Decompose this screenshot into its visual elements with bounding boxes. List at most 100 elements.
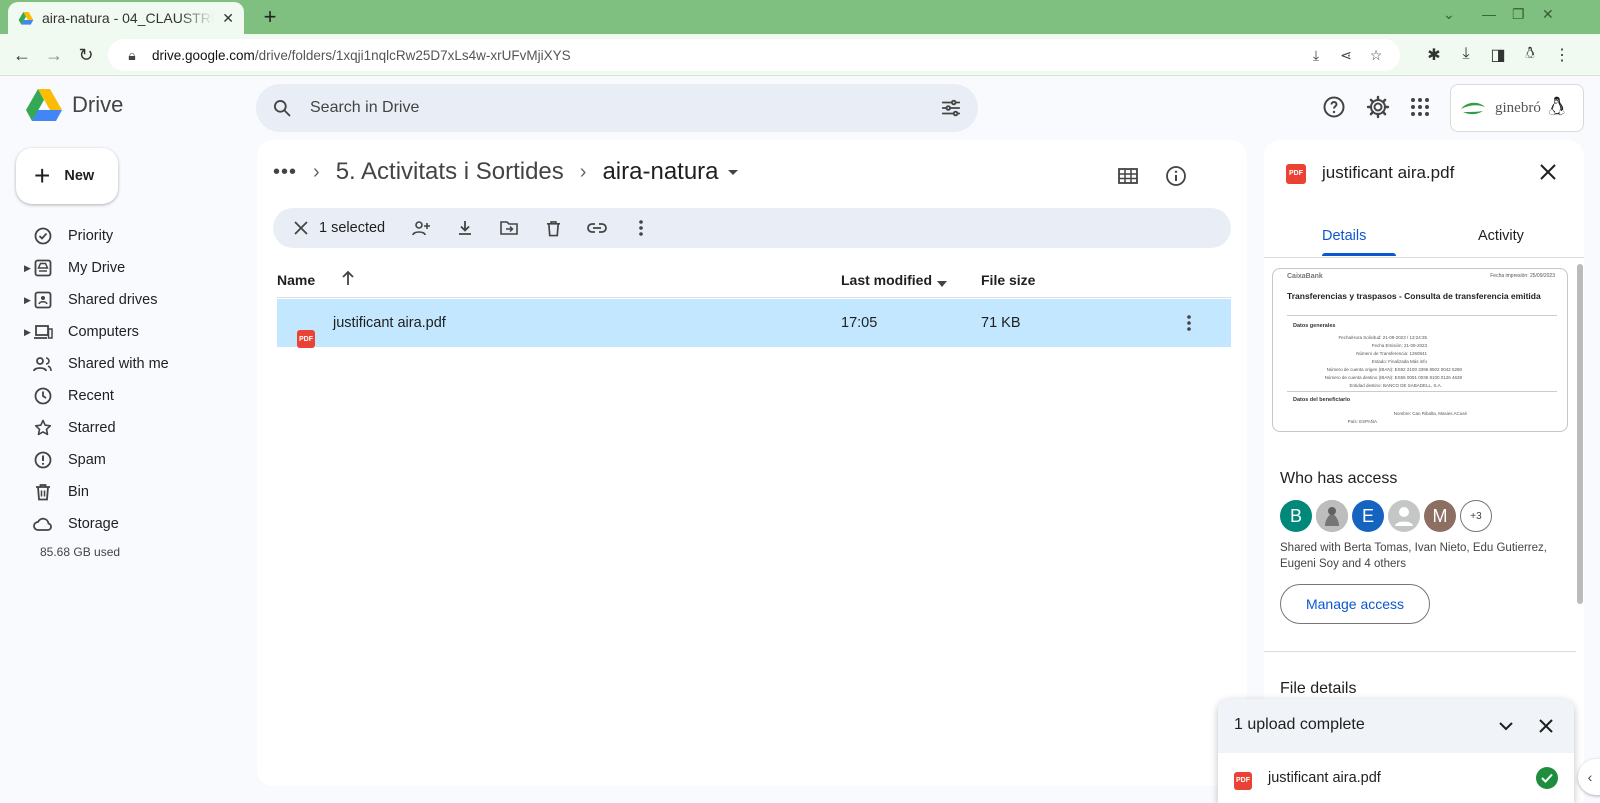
side-panel-icon[interactable]: ◨ xyxy=(1488,45,1508,65)
tab-activity[interactable]: Activity xyxy=(1478,228,1524,244)
upload-file-name: justificant aira.pdf xyxy=(1268,770,1381,786)
clear-selection-icon[interactable] xyxy=(285,221,317,235)
details-header: PDF justificant aira.pdf xyxy=(1286,162,1454,184)
downloads-icon[interactable]: ⤓ xyxy=(1456,45,1476,63)
restore-window-icon[interactable]: ❐ xyxy=(1512,6,1525,23)
upload-item[interactable]: PDF justificant aira.pdf xyxy=(1218,753,1574,803)
sidebar-item-my-drive[interactable]: ▶ My Drive xyxy=(0,252,256,284)
breadcrumb-parent-folder[interactable]: 5. Activitats i Sortides xyxy=(336,158,564,186)
new-button[interactable]: + New xyxy=(16,148,118,204)
address-bar[interactable]: 🔒︎ drive.google.com/drive/folders/1xqji1… xyxy=(108,39,1400,71)
sidebar-item-shared-with-me[interactable]: Shared with me xyxy=(0,348,256,380)
settings-gear-icon[interactable] xyxy=(1365,94,1391,120)
search-input[interactable] xyxy=(310,99,922,117)
file-preview-thumbnail[interactable]: CaixaBank Fecha impresión: 25/09/2023 Tr… xyxy=(1272,268,1568,432)
delete-trash-icon[interactable] xyxy=(531,220,575,237)
storage-used-text: 85.68 GB used xyxy=(40,545,121,559)
more-people-badge[interactable]: +3 xyxy=(1460,500,1492,532)
tab-details[interactable]: Details xyxy=(1322,228,1366,244)
column-header-last-modified[interactable]: Last modified xyxy=(841,272,932,288)
row-more-actions-icon[interactable] xyxy=(1187,315,1191,335)
sort-ascending-arrow-icon[interactable] xyxy=(341,270,355,289)
avatar[interactable]: B xyxy=(1280,500,1312,532)
minimize-window-icon[interactable]: — xyxy=(1482,6,1496,22)
table-row[interactable]: PDF justificant aira.pdf 17:05 71 KB xyxy=(277,299,1231,348)
account-brand: ginebró xyxy=(1495,99,1541,116)
close-window-icon[interactable]: ✕ xyxy=(1542,6,1554,23)
file-size: 71 KB xyxy=(981,315,1021,331)
preview-section-general: Datos generales xyxy=(1293,323,1336,329)
grid-view-icon[interactable] xyxy=(1114,162,1142,190)
back-icon[interactable]: ← xyxy=(10,43,34,67)
download-icon[interactable] xyxy=(443,220,487,236)
breadcrumb-current-folder[interactable]: aira-natura xyxy=(602,158,738,186)
collapse-chevron-down-icon[interactable] xyxy=(1494,714,1518,738)
preview-line: Fecha/Hora Solicitud: 21-09-2023 / 13:24… xyxy=(1338,335,1427,340)
column-header-file-size[interactable]: File size xyxy=(981,272,1035,288)
active-tab-indicator xyxy=(1322,253,1396,256)
view-details-info-icon[interactable] xyxy=(1162,162,1190,190)
help-icon[interactable] xyxy=(1321,94,1347,120)
url-text: drive.google.com/drive/folders/1xqji1nql… xyxy=(152,47,571,63)
avatar[interactable]: E xyxy=(1352,500,1384,532)
share-icon[interactable]: ⋖ xyxy=(1336,47,1356,64)
profile-avatar-icon[interactable]: 🐧︎ xyxy=(1520,45,1540,65)
browser-tab-title: aira-natura - 04_CLAUSTRE xyxy=(42,10,215,26)
details-tabs: Details Activity xyxy=(1264,214,1584,258)
close-details-icon[interactable] xyxy=(1536,160,1560,184)
sidebar-item-priority[interactable]: Priority xyxy=(0,220,256,252)
sidebar-item-bin[interactable]: Bin xyxy=(0,476,256,508)
sidebar-item-storage[interactable]: Storage xyxy=(0,508,256,540)
tab-search-icon[interactable]: ⌄ xyxy=(1443,6,1455,23)
column-header-name[interactable]: Name xyxy=(277,272,315,288)
sidebar-item-computers[interactable]: ▶ Computers xyxy=(0,316,256,348)
manage-access-button[interactable]: Manage access xyxy=(1280,584,1430,624)
sidebar-item-starred[interactable]: Starred xyxy=(0,412,256,444)
avatar-default[interactable] xyxy=(1388,500,1420,532)
move-to-folder-icon[interactable] xyxy=(487,220,531,236)
search-icon[interactable] xyxy=(272,98,292,118)
preview-bank-name: CaixaBank xyxy=(1287,273,1323,280)
file-browser-panel: ••• › 5. Activitats i Sortides › aira-na… xyxy=(257,140,1247,786)
expand-arrow-icon[interactable]: ▶ xyxy=(24,295,31,306)
spam-icon xyxy=(33,450,53,470)
search-options-icon[interactable] xyxy=(940,97,962,119)
sidebar-item-recent[interactable]: Recent xyxy=(0,380,256,412)
breadcrumb-more-button[interactable]: ••• xyxy=(273,161,297,184)
reload-icon[interactable]: ↻ xyxy=(74,43,98,67)
ginebro-logo-icon xyxy=(1461,102,1485,115)
avatar[interactable]: M xyxy=(1424,500,1456,532)
details-scrollbar[interactable] xyxy=(1577,264,1583,604)
breadcrumb: ••• › 5. Activitats i Sortides › aira-na… xyxy=(273,158,739,186)
shared-with-text: Shared with Berta Tomas, Ivan Nieto, Edu… xyxy=(1280,542,1547,570)
sidebar-item-spam[interactable]: Spam xyxy=(0,444,256,476)
close-tab-icon[interactable]: ✕ xyxy=(222,10,234,27)
copy-link-icon[interactable] xyxy=(575,222,619,234)
preview-print-date: Fecha impresión: 25/09/2023 xyxy=(1490,273,1555,279)
sort-dropdown-arrow-icon[interactable] xyxy=(937,275,947,291)
section-divider xyxy=(1264,651,1576,652)
close-upload-panel-icon[interactable] xyxy=(1534,714,1558,738)
bookmark-star-icon[interactable]: ☆ xyxy=(1366,47,1386,64)
extensions-icon[interactable]: ✱ xyxy=(1424,45,1444,65)
account-switcher[interactable]: ginebró 🐧︎ xyxy=(1450,84,1584,132)
share-add-person-icon[interactable] xyxy=(399,220,443,236)
google-apps-icon[interactable] xyxy=(1407,94,1433,120)
avatar-photo[interactable] xyxy=(1316,500,1348,532)
expand-arrow-icon[interactable]: ▶ xyxy=(24,263,31,274)
upload-status-title: 1 upload complete xyxy=(1234,716,1365,733)
browser-menu-icon[interactable]: ⋮ xyxy=(1552,45,1572,65)
storage-cloud-icon xyxy=(33,514,53,534)
expand-arrow-icon[interactable]: ▶ xyxy=(24,327,31,338)
more-actions-icon[interactable] xyxy=(619,220,663,236)
install-app-icon[interactable]: ⤓ xyxy=(1306,47,1326,64)
new-tab-button[interactable]: + xyxy=(256,4,284,32)
forward-icon[interactable]: → xyxy=(42,43,66,67)
access-avatars[interactable]: B E M +3 xyxy=(1280,500,1492,532)
drive-logo[interactable]: Drive xyxy=(26,89,123,121)
site-info-icon[interactable]: 🔒︎ xyxy=(122,47,142,64)
pdf-file-icon: PDF xyxy=(1286,162,1306,184)
sidebar-item-shared-drives[interactable]: ▶ Shared drives xyxy=(0,284,256,316)
search-bar[interactable] xyxy=(256,84,978,132)
browser-tab[interactable]: aira-natura - 04_CLAUSTRE ✕ xyxy=(8,2,244,34)
